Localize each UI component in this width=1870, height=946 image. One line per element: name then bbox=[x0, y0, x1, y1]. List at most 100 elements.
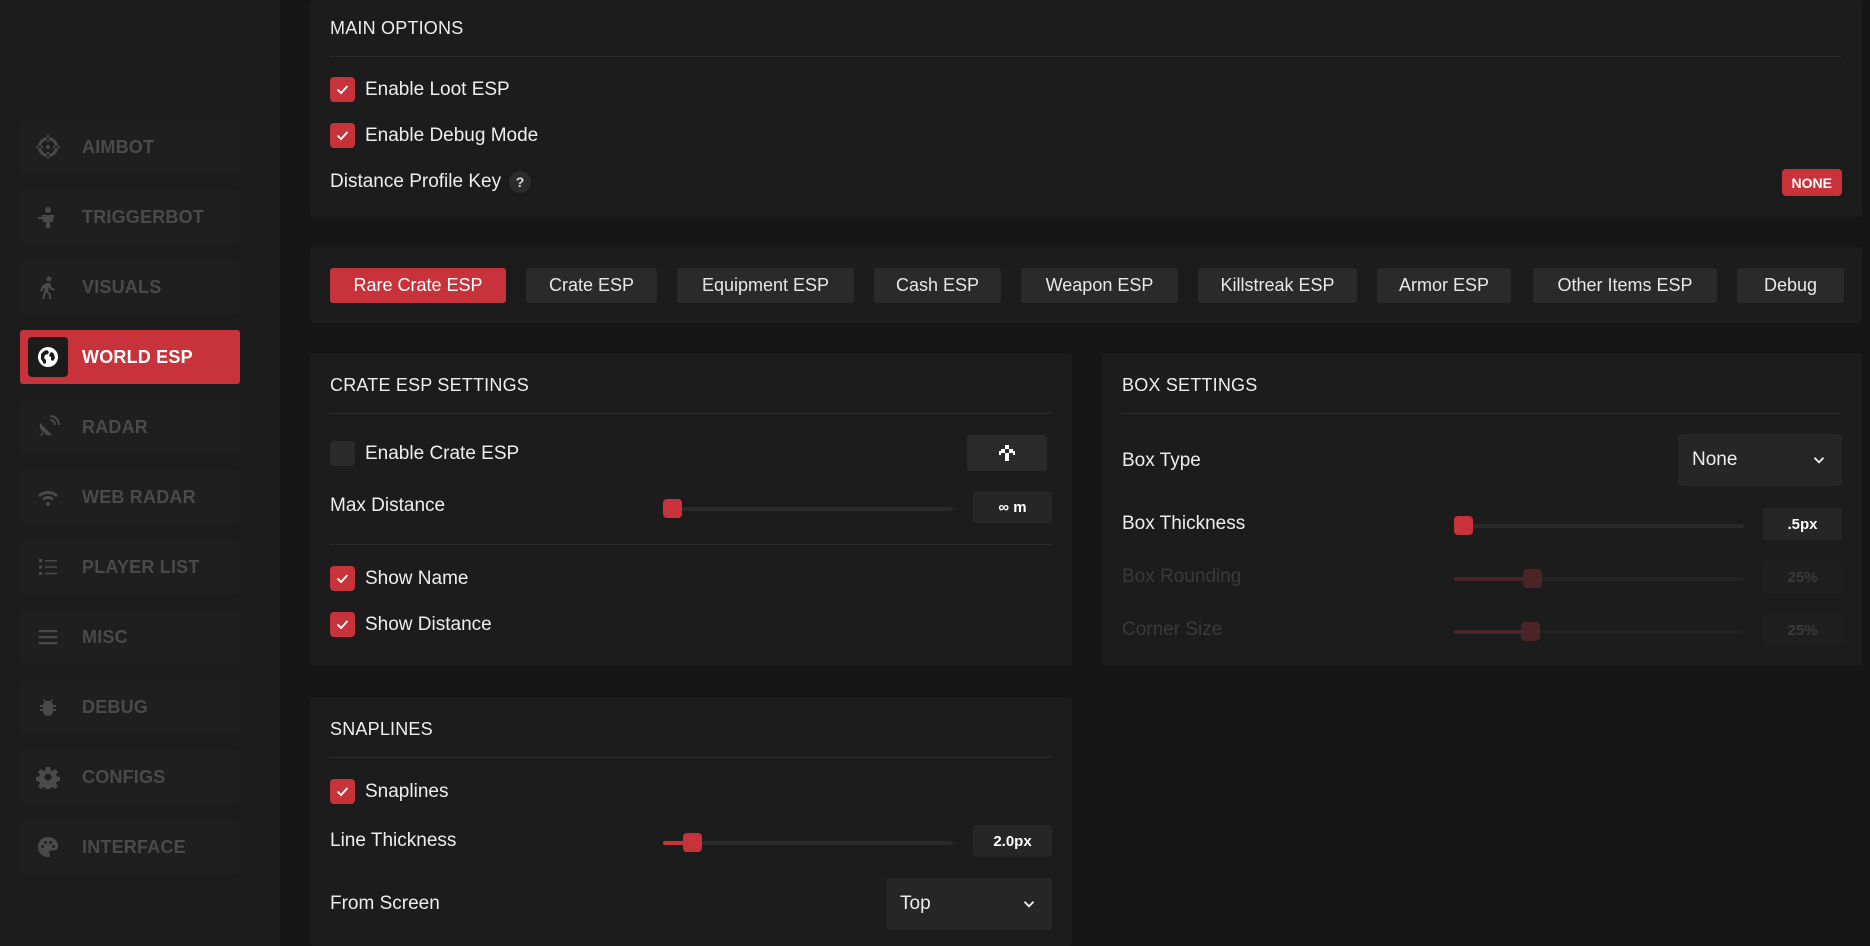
box-rounding-slider bbox=[1454, 569, 1744, 588]
sidebar: AIMBOT TRIGGERBOT VISUALS WORLD ESP RADA… bbox=[0, 0, 280, 946]
soldier-icon bbox=[28, 197, 68, 237]
from-screen-row: From Screen bbox=[330, 893, 440, 915]
wifi-icon bbox=[28, 477, 68, 517]
sidebar-item-player-list[interactable]: PLAYER LIST bbox=[20, 540, 240, 594]
sidebar-item-label: WEB RADAR bbox=[82, 486, 196, 507]
distance-profile-keybind-button[interactable]: NONE bbox=[1781, 169, 1842, 196]
snaplines-checkbox[interactable] bbox=[330, 779, 355, 804]
enable-debug-mode-checkbox[interactable] bbox=[330, 123, 355, 148]
max-distance-label: Max Distance bbox=[330, 495, 446, 516]
sidebar-item-label: DEBUG bbox=[82, 696, 149, 717]
enable-debug-mode-label: Enable Debug Mode bbox=[365, 124, 539, 146]
sidebar-item-label: INTERFACE bbox=[82, 836, 186, 857]
from-screen-label: From Screen bbox=[330, 893, 440, 914]
gear-icon bbox=[28, 757, 68, 797]
slider-thumb[interactable] bbox=[663, 499, 682, 518]
show-name-checkbox[interactable] bbox=[330, 566, 355, 591]
sidebar-item-label: MISC bbox=[82, 626, 128, 647]
corner-size-slider bbox=[1454, 622, 1744, 641]
sidebar-item-web-radar[interactable]: WEB RADAR bbox=[20, 470, 240, 524]
tab-cash-esp[interactable]: Cash ESP bbox=[874, 268, 1001, 303]
max-distance-row: Max Distance bbox=[330, 495, 445, 517]
tab-killstreak-esp[interactable]: Killstreak ESP bbox=[1198, 268, 1357, 303]
slider-thumb[interactable] bbox=[1454, 516, 1473, 535]
box-type-value: None bbox=[1692, 449, 1738, 470]
box-thickness-value[interactable]: .5px bbox=[1763, 508, 1842, 540]
max-distance-value[interactable]: ∞ m bbox=[973, 491, 1052, 523]
box-thickness-label: Box Thickness bbox=[1122, 513, 1246, 534]
snaplines-label: Snaplines bbox=[365, 780, 449, 802]
slider-thumb[interactable] bbox=[683, 833, 702, 852]
slider-fill bbox=[1454, 577, 1532, 581]
sidebar-item-misc[interactable]: MISC bbox=[20, 610, 240, 664]
slider-thumb bbox=[1521, 622, 1540, 641]
sidebar-item-label: CONFIGS bbox=[82, 766, 166, 787]
sidebar-item-radar[interactable]: RADAR bbox=[20, 400, 240, 454]
divider bbox=[330, 544, 1052, 545]
sidebar-item-label: WORLD ESP bbox=[82, 346, 193, 367]
sidebar-item-label: TRIGGERBOT bbox=[82, 206, 204, 227]
sidebar-item-interface[interactable]: INTERFACE bbox=[20, 820, 240, 874]
checker-icon bbox=[999, 445, 1015, 461]
show-distance-label: Show Distance bbox=[365, 613, 492, 635]
card-title: MAIN OPTIONS bbox=[330, 18, 464, 38]
tab-weapon-esp[interactable]: Weapon ESP bbox=[1021, 268, 1178, 303]
tab-armor-esp[interactable]: Armor ESP bbox=[1377, 268, 1511, 303]
max-distance-slider[interactable] bbox=[663, 499, 953, 518]
slider-thumb bbox=[1523, 569, 1542, 588]
tab-crate-esp[interactable]: Crate ESP bbox=[526, 268, 657, 303]
globe-icon bbox=[28, 337, 68, 377]
show-name-row[interactable]: Show Name bbox=[330, 566, 469, 591]
tab-debug[interactable]: Debug bbox=[1737, 268, 1844, 303]
distance-profile-key-label: Distance Profile Key bbox=[330, 171, 502, 192]
box-type-label: Box Type bbox=[1122, 450, 1201, 471]
sidebar-item-visuals[interactable]: VISUALS bbox=[20, 260, 240, 314]
sidebar-item-aimbot[interactable]: AIMBOT bbox=[20, 120, 240, 174]
enable-loot-esp-row[interactable]: Enable Loot ESP bbox=[330, 77, 510, 102]
enable-debug-mode-row[interactable]: Enable Debug Mode bbox=[330, 123, 538, 148]
box-thickness-slider[interactable] bbox=[1454, 516, 1744, 535]
sidebar-item-label: AIMBOT bbox=[82, 136, 155, 157]
box-settings-card: BOX SETTINGS Box Type None Box Thickness… bbox=[1102, 353, 1862, 666]
enable-crate-esp-checkbox[interactable] bbox=[330, 441, 355, 466]
snaplines-row[interactable]: Snaplines bbox=[330, 779, 448, 804]
line-thickness-value[interactable]: 2.0px bbox=[973, 825, 1052, 857]
box-rounding-label: Box Rounding bbox=[1122, 566, 1242, 587]
enable-loot-esp-checkbox[interactable] bbox=[330, 77, 355, 102]
slider-fill bbox=[1454, 630, 1530, 634]
line-thickness-label: Line Thickness bbox=[330, 830, 457, 851]
palette-icon bbox=[28, 827, 68, 867]
list-icon bbox=[28, 547, 68, 587]
main-options-card: MAIN OPTIONS Enable Loot ESP Enable Debu… bbox=[310, 0, 1862, 217]
show-distance-row[interactable]: Show Distance bbox=[330, 612, 492, 637]
tab-other-items-esp[interactable]: Other Items ESP bbox=[1533, 268, 1717, 303]
sidebar-item-debug[interactable]: DEBUG bbox=[20, 680, 240, 734]
menu-icon bbox=[28, 617, 68, 657]
card-title: CRATE ESP SETTINGS bbox=[330, 375, 529, 395]
sidebar-item-configs[interactable]: CONFIGS bbox=[20, 750, 240, 804]
card-title: BOX SETTINGS bbox=[1122, 375, 1258, 395]
tab-rare-crate-esp[interactable]: Rare Crate ESP bbox=[330, 268, 506, 303]
help-icon[interactable]: ? bbox=[509, 171, 532, 193]
enable-crate-esp-row[interactable]: Enable Crate ESP bbox=[330, 441, 519, 466]
tab-equipment-esp[interactable]: Equipment ESP bbox=[677, 268, 854, 303]
line-thickness-row: Line Thickness bbox=[330, 830, 456, 852]
sidebar-item-label: PLAYER LIST bbox=[82, 556, 200, 577]
divider bbox=[1122, 413, 1842, 414]
corner-size-value: 25% bbox=[1763, 614, 1842, 646]
box-type-select[interactable]: None bbox=[1678, 434, 1842, 486]
from-screen-value: Top bbox=[900, 893, 931, 914]
show-distance-checkbox[interactable] bbox=[330, 612, 355, 637]
line-thickness-slider[interactable] bbox=[663, 833, 953, 852]
sidebar-item-label: RADAR bbox=[82, 416, 148, 437]
from-screen-select[interactable]: Top bbox=[886, 878, 1052, 930]
box-rounding-value: 25% bbox=[1763, 561, 1842, 593]
corner-size-row: Corner Size bbox=[1122, 619, 1222, 641]
sidebar-item-world-esp[interactable]: WORLD ESP bbox=[20, 330, 240, 384]
person-walking-icon bbox=[28, 267, 68, 307]
sidebar-item-triggerbot[interactable]: TRIGGERBOT bbox=[20, 190, 240, 244]
color-picker-button[interactable] bbox=[967, 435, 1047, 471]
crate-esp-settings-card: CRATE ESP SETTINGS Enable Crate ESP Max … bbox=[310, 353, 1072, 666]
sidebar-item-label: VISUALS bbox=[82, 276, 162, 297]
crosshair-icon bbox=[28, 127, 68, 167]
